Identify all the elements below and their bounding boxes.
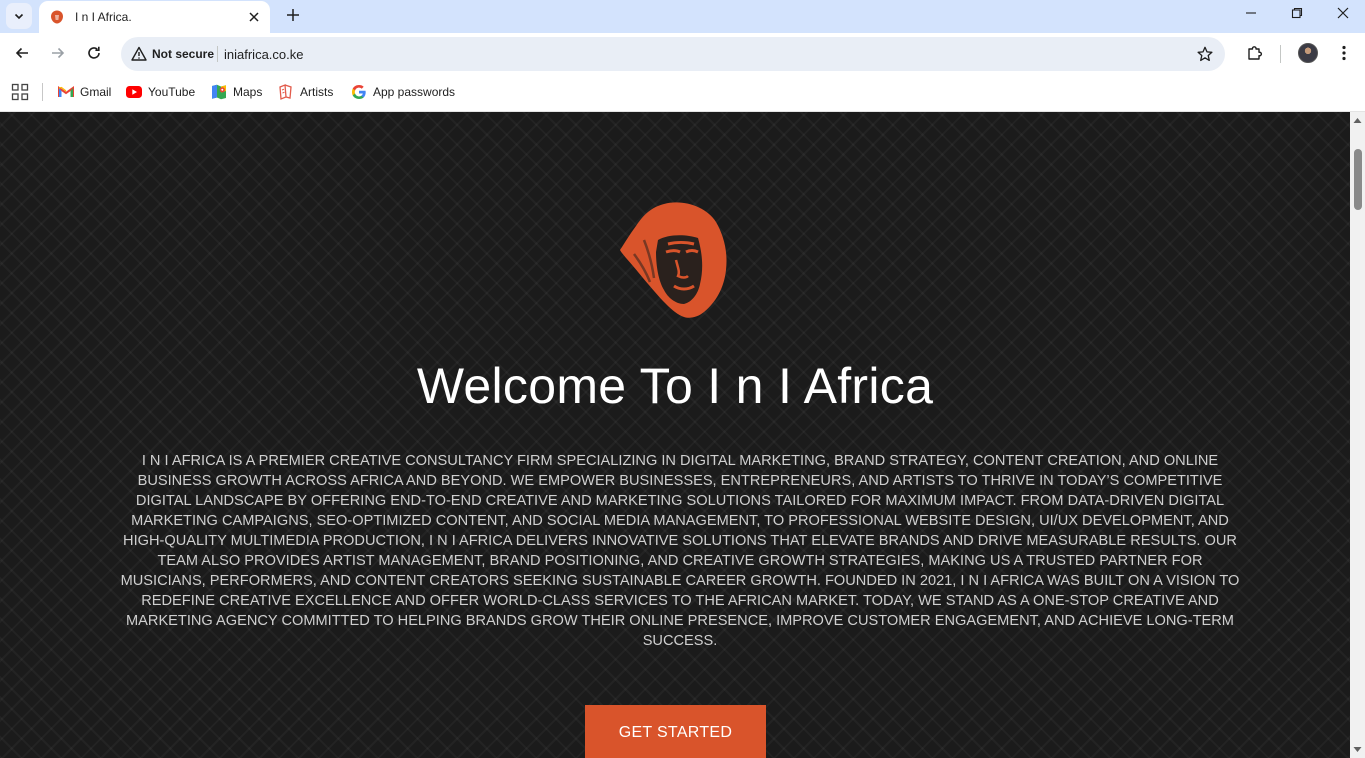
- profile-button[interactable]: [1293, 38, 1323, 68]
- bookmark-label: Gmail: [80, 85, 112, 99]
- artists-icon: [278, 84, 294, 100]
- bookmark-gmail[interactable]: Gmail: [58, 81, 111, 103]
- get-started-button[interactable]: GET STARTED: [585, 705, 766, 758]
- scroll-down-arrow-icon[interactable]: [1353, 745, 1362, 754]
- site-info-chip[interactable]: Not secure: [126, 41, 224, 67]
- arrow-left-icon: [15, 47, 28, 59]
- bookmark-label: App passwords: [373, 85, 456, 99]
- maps-icon: [211, 84, 227, 100]
- scrollbar-thumb[interactable]: [1354, 149, 1362, 210]
- plus-icon: [287, 9, 299, 21]
- bookmarks-divider: [42, 83, 43, 101]
- gmail-icon: [58, 84, 74, 100]
- youtube-icon: [126, 84, 142, 100]
- reload-icon: [88, 46, 100, 59]
- address-bar[interactable]: Not secure iniafrica.co.ke: [121, 37, 1225, 71]
- close-window-button[interactable]: [1320, 0, 1365, 26]
- bookmark-app-passwords[interactable]: App passwords: [351, 81, 455, 103]
- active-tab[interactable]: I n I Africa.: [39, 1, 270, 33]
- chevron-down-icon: [14, 13, 24, 20]
- omnibox-divider: [217, 46, 218, 62]
- url-text[interactable]: iniafrica.co.ke: [224, 47, 303, 62]
- bookmarks-bar: Gmail YouTube Maps Artists App passwords: [0, 75, 1365, 112]
- page-title: Welcome To I n I Africa: [416, 358, 934, 414]
- bookmark-artists[interactable]: Artists: [278, 81, 333, 103]
- puzzle-icon: [1248, 46, 1263, 60]
- tab-strip: I n I Africa.: [0, 0, 1365, 33]
- bookmark-label: Maps: [233, 85, 263, 99]
- bookmark-label: YouTube: [148, 85, 196, 99]
- avatar: [1298, 43, 1318, 63]
- kebab-menu-icon: [1342, 45, 1346, 61]
- security-label: Not secure: [152, 47, 215, 61]
- tab-title: I n I Africa.: [75, 10, 132, 24]
- bookmark-label: Artists: [300, 85, 334, 99]
- warning-icon: [131, 46, 147, 61]
- page-scrollbar[interactable]: [1350, 112, 1365, 758]
- arrow-right-icon: [52, 47, 65, 59]
- browser-menu-button[interactable]: [1329, 38, 1359, 68]
- page-viewport: Welcome To I n I Africa I n I Africa is …: [0, 112, 1350, 758]
- toolbar-divider: [1280, 45, 1281, 63]
- bookmark-youtube[interactable]: YouTube: [126, 81, 195, 103]
- reload-button[interactable]: [79, 38, 109, 68]
- extensions-button[interactable]: [1240, 38, 1270, 68]
- intro-paragraph: I n I Africa is a premier creative consu…: [120, 453, 1240, 649]
- restore-button[interactable]: [1274, 0, 1320, 26]
- site-favicon-icon: [49, 9, 65, 25]
- minimize-button[interactable]: [1228, 0, 1274, 26]
- new-tab-button[interactable]: [280, 2, 306, 28]
- apps-grid-icon[interactable]: [11, 83, 29, 101]
- close-tab-icon[interactable]: [246, 9, 262, 25]
- tab-search-button[interactable]: [6, 3, 32, 29]
- bookmark-maps[interactable]: Maps: [211, 81, 262, 103]
- browser-toolbar: Not secure iniafrica.co.ke: [0, 33, 1365, 75]
- minimize-icon: [1246, 12, 1256, 14]
- back-button[interactable]: [7, 38, 37, 68]
- forward-button[interactable]: [43, 38, 73, 68]
- sphinx-logo-icon: [620, 202, 727, 318]
- bookmark-star-icon[interactable]: [1195, 44, 1215, 64]
- scroll-up-arrow-icon[interactable]: [1353, 116, 1362, 125]
- close-icon: [1337, 7, 1349, 19]
- google-icon: [351, 84, 367, 100]
- restore-icon: [1291, 7, 1303, 19]
